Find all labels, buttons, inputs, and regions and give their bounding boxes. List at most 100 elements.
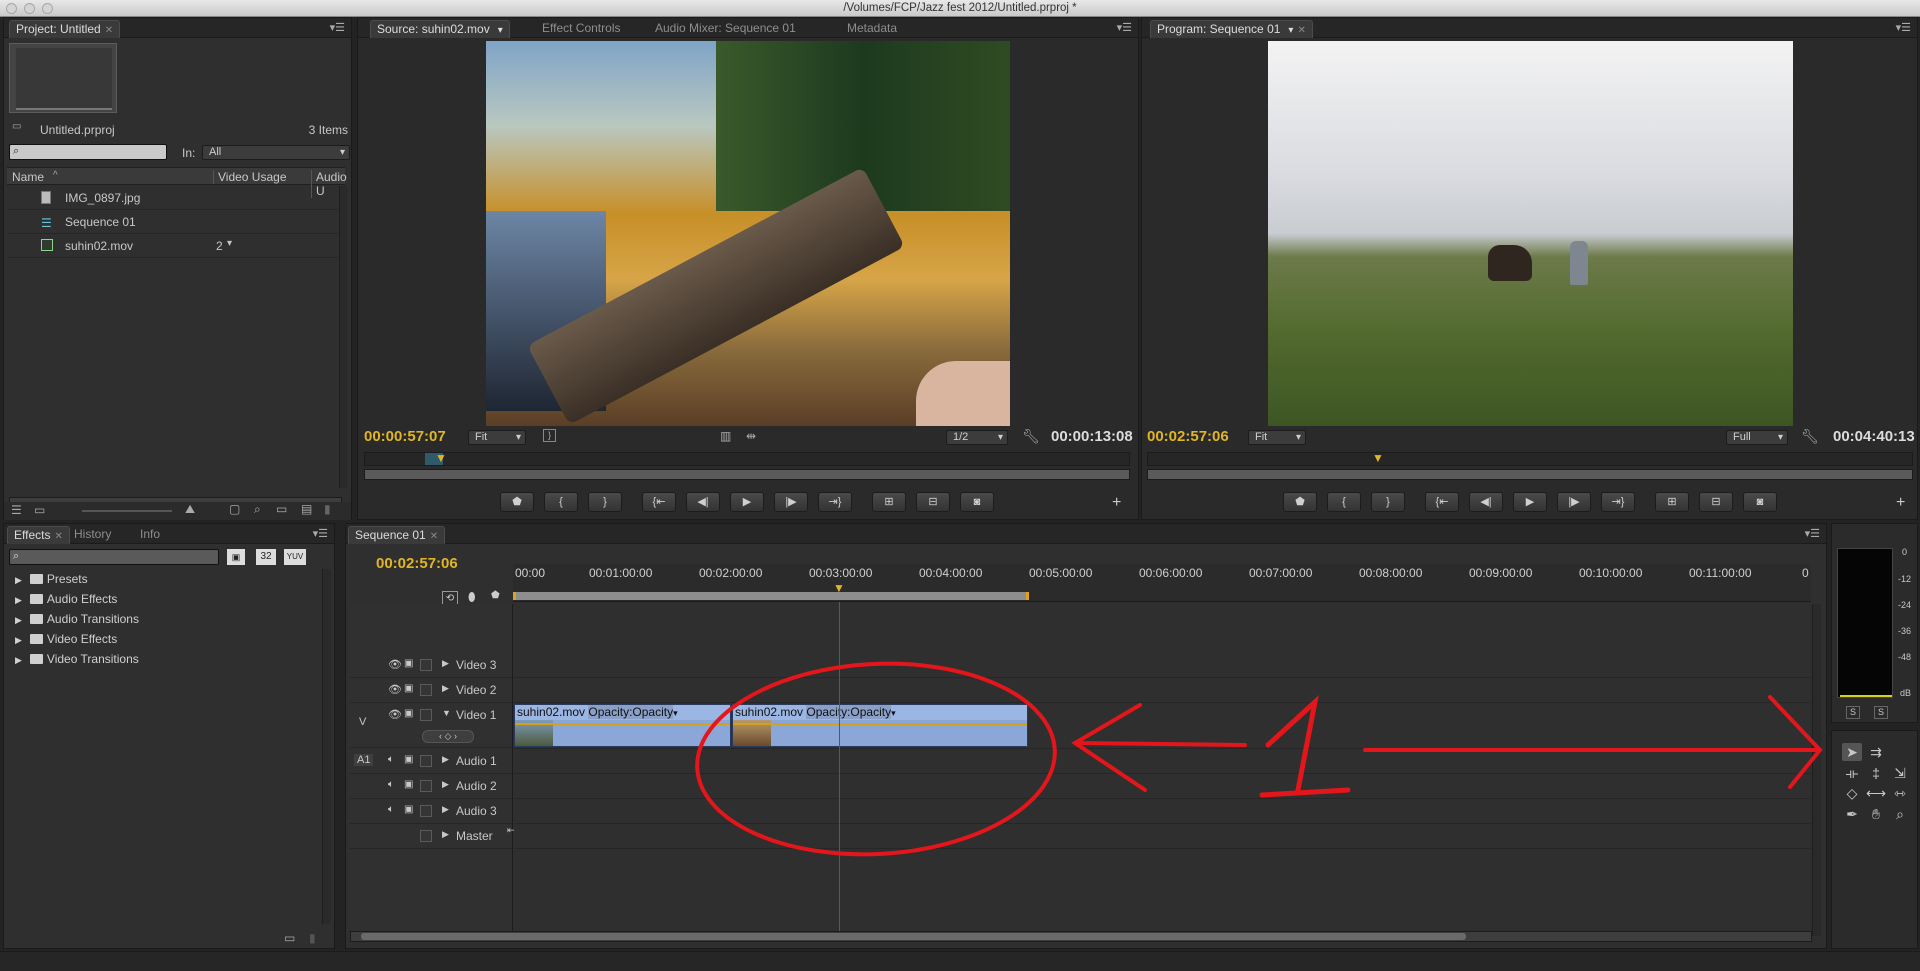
expand-icon[interactable]: ▶ [15,595,22,605]
yuv-badge[interactable]: YUV [284,549,306,565]
go-to-out-button[interactable]: ⇥} [818,492,852,512]
play-button[interactable]: ▶ [1513,492,1547,512]
zoom-window-button[interactable] [42,3,53,14]
column-video-usage[interactable]: Video Usage [213,170,287,184]
mark-out-button[interactable]: } [588,492,622,512]
play-button[interactable]: ▶ [730,492,764,512]
selection-tool[interactable]: ➤ [1842,743,1862,761]
tab-effects[interactable]: Effects ✕ [7,526,70,544]
playhead-icon[interactable]: ▼ [1372,451,1384,465]
panel-menu-icon[interactable]: ▾☰ [330,21,345,34]
expand-icon[interactable]: ▶ [15,575,22,585]
source-time-ruler[interactable]: ▼ [364,451,1130,466]
close-window-button[interactable] [6,3,17,14]
new-bin-icon[interactable]: ▭ [276,502,287,516]
source-resolution-dropdown[interactable]: 1/2 [946,430,1008,445]
chevron-down-icon[interactable]: ▾ [227,238,232,249]
razor-tool[interactable]: ◇ [1842,784,1862,802]
drag-audio-icon[interactable]: ⇹ [746,429,756,443]
track-header-audio-1[interactable]: A1 🔈︎ ▣ ▶ Audio 1 [350,749,512,774]
track-header-audio-2[interactable]: 🔈︎ ▣ ▶ Audio 2 [350,774,512,799]
trash-icon[interactable]: ▮ [309,931,316,945]
v-target-label[interactable]: V [359,716,366,728]
speaker-icon[interactable]: 🔈︎ [388,779,394,790]
tree-folder-video-transitions[interactable]: ▶ Video Transitions [9,649,319,669]
track-header-audio-3[interactable]: 🔈︎ ▣ ▶ Audio 3 [350,799,512,824]
timeline-clip[interactable]: suhin02.mov Opacity:Opacity▾ [732,704,1028,747]
insert-button[interactable]: ⊞ [872,492,906,512]
timeline-clip[interactable]: suhin02.mov Opacity:Opacity▾ [514,704,731,747]
tab-history[interactable]: History [68,526,117,544]
set-marker-icon[interactable]: ⬮ [468,590,476,605]
go-to-out-button[interactable]: ⇥} [1601,492,1635,512]
step-forward-button[interactable]: |▶ [1557,492,1591,512]
keyframe-nav-icon[interactable]: ‹ ◇ › [422,730,474,743]
new-item-icon[interactable]: ▤ [301,502,312,516]
mark-in-button[interactable]: { [1327,492,1361,512]
tree-folder-video-effects[interactable]: ▶ Video Effects [9,629,319,649]
overwrite-button[interactable]: ⊟ [916,492,950,512]
solo-right-button[interactable]: S [1874,706,1888,719]
expand-track-icon[interactable]: ▶ [442,829,449,840]
lock-icon[interactable]: ▣ [404,804,413,815]
ripple-edit-tool[interactable]: ⟛ [1842,764,1862,782]
list-item[interactable]: IMG_0897.jpg [7,186,345,210]
expand-track-icon[interactable]: ▶ [442,804,449,815]
clip-effect-dropdown[interactable]: Opacity:Opacity [588,705,674,719]
eye-icon[interactable]: 👁︎ [388,708,402,721]
source-current-timecode[interactable]: 00:00:57:07 [364,428,446,445]
sync-lock-icon[interactable] [420,830,432,842]
wrench-icon[interactable]: 🔧︎ [1801,428,1819,445]
add-marker-button[interactable]: ⬟ [500,492,534,512]
zoom-tool[interactable]: ⌕ [1890,805,1910,823]
lane-audio-2[interactable] [514,774,1811,799]
panel-menu-icon[interactable]: ▾☰ [1896,21,1911,34]
panel-menu-icon[interactable]: ▾☰ [1805,527,1820,540]
chevron-down-icon[interactable]: ▾ [498,25,503,36]
expand-track-icon[interactable]: ▶ [442,754,449,765]
sequence-timecode[interactable]: 00:02:57:06 [376,555,458,572]
playhead-line[interactable] [839,602,840,936]
zoom-slider[interactable] [82,510,172,512]
eye-icon[interactable]: 👁︎ [388,658,402,671]
track-select-tool[interactable]: ⇉ [1866,743,1886,761]
eye-icon[interactable]: 👁︎ [388,683,402,696]
list-view-icon[interactable]: ☰ [11,503,22,517]
tab-source[interactable]: Source: suhin02.mov ▾ [370,20,510,38]
tab-info[interactable]: Info [134,526,166,544]
lock-icon[interactable]: ▣ [404,683,413,694]
work-area-bar[interactable] [513,592,1029,600]
add-button-icon[interactable]: + [1896,494,1905,512]
expand-track-icon[interactable]: ▶ [442,683,449,694]
automate-icon[interactable]: ⛰ [185,502,195,517]
wrench-icon[interactable]: 🔧︎ [1022,428,1040,445]
hand-tool[interactable]: ✋︎ [1866,805,1886,823]
slip-tool[interactable]: ⟷ [1866,784,1886,802]
speaker-icon[interactable]: 🔈︎ [388,754,394,765]
track-header-video-1[interactable]: V 👁︎ ▣ ▼ Video 1 ‹ ◇ › [350,703,512,748]
lane-audio-3[interactable] [514,799,1811,824]
sync-lock-icon[interactable] [420,684,432,696]
icon-view-icon[interactable]: ▭ [34,503,45,517]
export-frame-button[interactable]: ◙ [960,492,994,512]
close-tab-icon[interactable]: ✕ [430,531,438,542]
speaker-icon[interactable]: 🔈︎ [388,804,394,815]
accelerated-effects-icon[interactable]: ▣ [227,549,245,565]
chevron-down-icon[interactable]: ▾ [891,708,896,718]
program-zoom-scrollbar[interactable] [1147,469,1913,480]
track-header-video-2[interactable]: 👁︎ ▣ ▶ Video 2 [350,678,512,703]
clip-effect-dropdown[interactable]: Opacity:Opacity [806,705,892,719]
rolling-edit-tool[interactable]: ‡ [1866,764,1886,782]
add-marker-icon[interactable]: ⬟ [491,590,500,601]
lane-video-2[interactable] [514,678,1811,703]
expand-icon[interactable]: ▶ [15,635,22,645]
source-zoom-scrollbar[interactable] [364,469,1130,480]
mark-in-button[interactable]: { [544,492,578,512]
list-item[interactable]: ☰ Sequence 01 [7,210,345,234]
a1-target-label[interactable]: A1 [354,754,374,766]
list-item[interactable]: suhin02.mov 2 ▾ [7,234,345,258]
collapse-track-icon[interactable]: ▼ [442,708,451,718]
lift-button[interactable]: ⊞ [1655,492,1689,512]
sync-lock-icon[interactable] [420,805,432,817]
pen-tool[interactable]: ✒ [1842,805,1862,823]
